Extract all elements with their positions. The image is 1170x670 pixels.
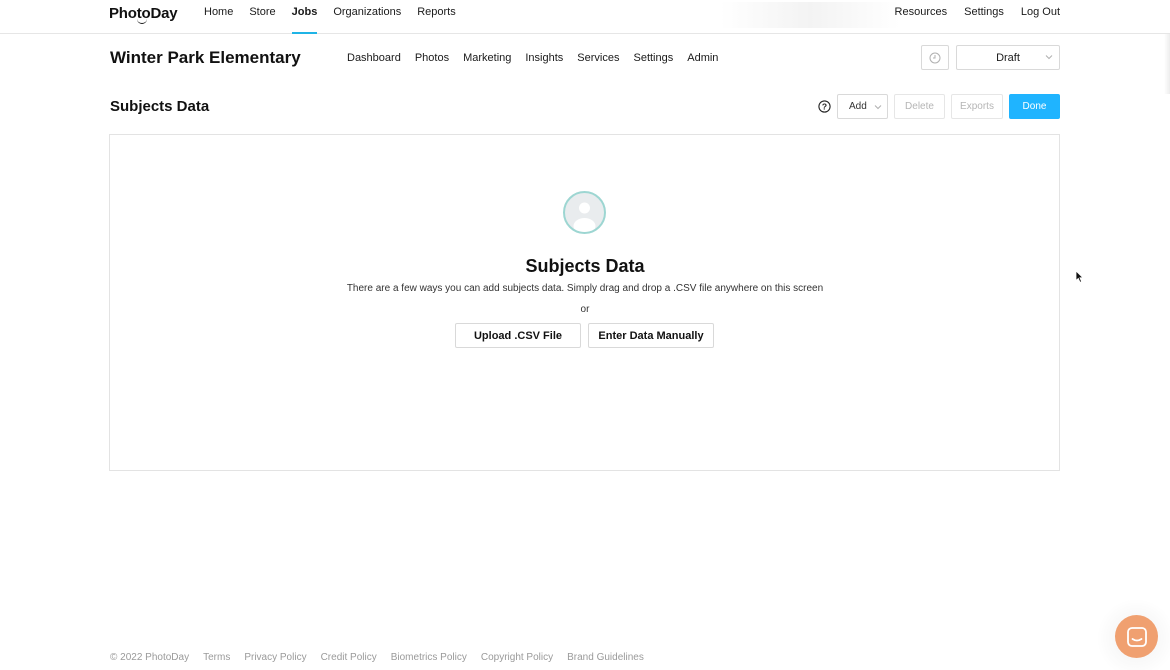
section-title: Subjects Data xyxy=(110,98,210,115)
chevron-down-icon xyxy=(874,105,882,110)
svg-text:?: ? xyxy=(822,101,827,111)
done-button[interactable]: Done xyxy=(1009,94,1060,119)
clock-icon xyxy=(929,52,941,63)
nav-home[interactable]: Home xyxy=(204,6,233,34)
job-tab-photos[interactable]: Photos xyxy=(415,52,449,64)
chat-icon xyxy=(1126,626,1147,647)
upload-csv-button[interactable]: Upload .CSV File xyxy=(455,323,581,348)
user-avatar-icon xyxy=(563,191,606,234)
footer-link-copyright-policy[interactable]: Copyright Policy xyxy=(481,652,553,663)
nav-reports[interactable]: Reports xyxy=(417,6,456,34)
footer: © 2022 PhotoDay Terms Privacy Policy Cre… xyxy=(110,652,658,663)
or-separator: or xyxy=(580,304,590,315)
enter-data-manually-button[interactable]: Enter Data Manually xyxy=(588,323,714,348)
add-button-label: Add xyxy=(849,101,867,112)
top-navbar: PhotoDay Home Store Jobs Organizations R… xyxy=(0,0,1170,34)
add-button[interactable]: Add xyxy=(837,94,888,119)
nav-settings[interactable]: Settings xyxy=(964,6,1004,18)
help-icon[interactable]: ? xyxy=(818,100,831,113)
subjects-drop-zone[interactable] xyxy=(109,134,1060,471)
job-status-value: Draft xyxy=(996,51,1020,64)
footer-link-privacy-policy[interactable]: Privacy Policy xyxy=(244,652,306,663)
job-tab-services[interactable]: Services xyxy=(577,52,619,64)
footer-copyright: © 2022 PhotoDay xyxy=(110,652,190,663)
nav-store[interactable]: Store xyxy=(249,6,275,34)
account-nav: Resources Settings Log Out xyxy=(878,6,1060,18)
nav-highlight xyxy=(720,2,900,28)
history-button[interactable] xyxy=(921,45,949,70)
chat-launcher-button[interactable] xyxy=(1115,615,1158,658)
nav-jobs[interactable]: Jobs xyxy=(291,6,317,34)
delete-button[interactable]: Delete xyxy=(894,94,945,119)
footer-link-biometrics-policy[interactable]: Biometrics Policy xyxy=(391,652,467,663)
job-tab-insights[interactable]: Insights xyxy=(525,52,563,64)
edge-shadow xyxy=(1164,34,1170,94)
job-tab-admin[interactable]: Admin xyxy=(687,52,718,64)
job-nav: Dashboard Photos Marketing Insights Serv… xyxy=(347,52,732,64)
chevron-down-icon xyxy=(1045,55,1053,60)
job-tab-dashboard[interactable]: Dashboard xyxy=(347,52,401,64)
cursor-icon xyxy=(1075,270,1084,283)
nav-resources[interactable]: Resources xyxy=(895,6,948,18)
empty-state-title: Subjects Data xyxy=(525,256,645,276)
job-tab-settings[interactable]: Settings xyxy=(633,52,673,64)
job-title: Winter Park Elementary xyxy=(110,48,301,67)
footer-link-brand-guidelines[interactable]: Brand Guidelines xyxy=(567,652,644,663)
job-tab-marketing[interactable]: Marketing xyxy=(463,52,511,64)
empty-state-description: There are a few ways you can add subject… xyxy=(346,283,824,294)
footer-link-terms[interactable]: Terms xyxy=(203,652,230,663)
job-status-select[interactable]: Draft xyxy=(956,45,1060,70)
footer-link-credit-policy[interactable]: Credit Policy xyxy=(321,652,377,663)
nav-organizations[interactable]: Organizations xyxy=(333,6,401,34)
nav-logout[interactable]: Log Out xyxy=(1021,6,1060,18)
photoday-logo[interactable]: PhotoDay xyxy=(109,5,178,25)
exports-button[interactable]: Exports xyxy=(951,94,1003,119)
main-nav: Home Store Jobs Organizations Reports xyxy=(204,6,472,34)
